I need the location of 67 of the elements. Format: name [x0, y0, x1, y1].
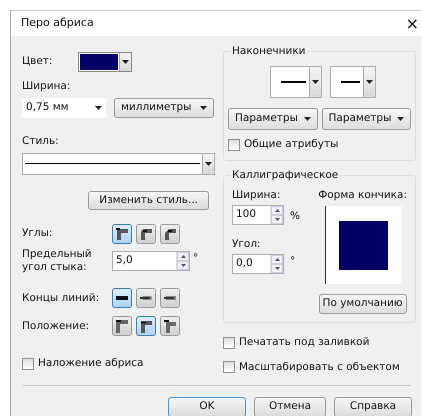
dialog-button[interactable]: Справка	[334, 397, 412, 416]
edit-style-button[interactable]: Изменить стиль...	[88, 190, 209, 210]
toggle-button[interactable]	[112, 316, 132, 336]
default-button[interactable]: По умолчанию	[318, 294, 407, 314]
checkbox-label: Печатать под заливкой	[239, 334, 370, 350]
toggle-button[interactable]	[136, 316, 156, 336]
caret-icon	[366, 80, 372, 84]
checkbox[interactable]	[228, 138, 240, 151]
line-cap-icon	[164, 296, 176, 300]
line-sample	[340, 81, 360, 83]
width-dropdown[interactable]: 0,75 мм	[22, 98, 106, 118]
checkbox[interactable]	[223, 336, 235, 349]
toggle-button[interactable]	[112, 224, 132, 244]
field-label: Ширина:	[22, 79, 72, 94]
field-label: Углы:	[22, 226, 54, 242]
caret-icon	[205, 162, 212, 166]
caret-icon	[304, 116, 310, 121]
caret-icon	[95, 106, 102, 110]
arrowhead-dropdown[interactable]	[330, 66, 376, 98]
color-picker[interactable]	[78, 52, 132, 72]
dialog-button[interactable]: Отмена	[254, 397, 326, 416]
checkbox-label: Наложение абриса	[38, 356, 144, 372]
field-label: Положение:	[22, 318, 90, 334]
caret-icon	[200, 106, 207, 110]
field-label: Цвет:	[22, 54, 54, 70]
caret-icon	[312, 80, 318, 84]
spinner-arrows[interactable]	[270, 254, 283, 273]
angle-field[interactable]: 0,0	[232, 254, 284, 274]
units-dropdown[interactable]: миллиметры	[114, 98, 214, 118]
toggle-button[interactable]	[160, 288, 180, 308]
checkbox-label: Масштабировать с объектом	[239, 360, 400, 375]
unit-label: °	[193, 251, 198, 266]
toggle-button[interactable]	[160, 224, 180, 244]
corner-icon	[161, 317, 179, 336]
arrowhead-dropdown[interactable]	[270, 66, 322, 98]
checkbox[interactable]	[223, 361, 235, 374]
checkbox-label: Общие атрибуты	[244, 136, 338, 152]
options-dropdown[interactable]: Параметры	[228, 108, 318, 130]
field-label: Стиль:	[22, 134, 60, 149]
group-title: Каллиграфическое	[230, 169, 340, 182]
field-label: Предельный угол стыка:	[22, 248, 93, 274]
caret-icon	[122, 60, 129, 64]
miter-limit-field[interactable]: 5,0	[112, 251, 190, 272]
line-cap-icon	[116, 296, 128, 300]
corner-icon	[113, 317, 131, 336]
field-label: Ширина:	[232, 188, 282, 204]
spinner-arrows[interactable]	[176, 252, 189, 270]
toggle-button[interactable]	[136, 224, 156, 244]
checkbox[interactable]	[22, 358, 34, 370]
field-label: Концы линий:	[22, 290, 100, 306]
line-sample	[280, 81, 306, 83]
spinner-arrows[interactable]	[270, 206, 283, 224]
close-button[interactable]: ×	[404, 16, 421, 32]
window-title: Перо абриса	[21, 15, 94, 32]
field-label: Форма кончика:	[318, 188, 407, 204]
field-label: Угол:	[232, 237, 262, 252]
width-field[interactable]: 100	[232, 205, 284, 226]
dialog-button[interactable]: OK	[168, 397, 246, 416]
unit-label: °	[290, 254, 296, 269]
toggle-button[interactable]	[136, 288, 156, 308]
line-cap-icon	[140, 296, 152, 300]
toggle-button[interactable]	[160, 316, 180, 336]
line-style-dropdown[interactable]	[22, 152, 215, 174]
unit-label: %	[290, 209, 300, 224]
caret-icon	[397, 116, 404, 121]
options-dropdown[interactable]: Параметры	[322, 108, 411, 130]
toggle-button[interactable]	[112, 288, 132, 308]
